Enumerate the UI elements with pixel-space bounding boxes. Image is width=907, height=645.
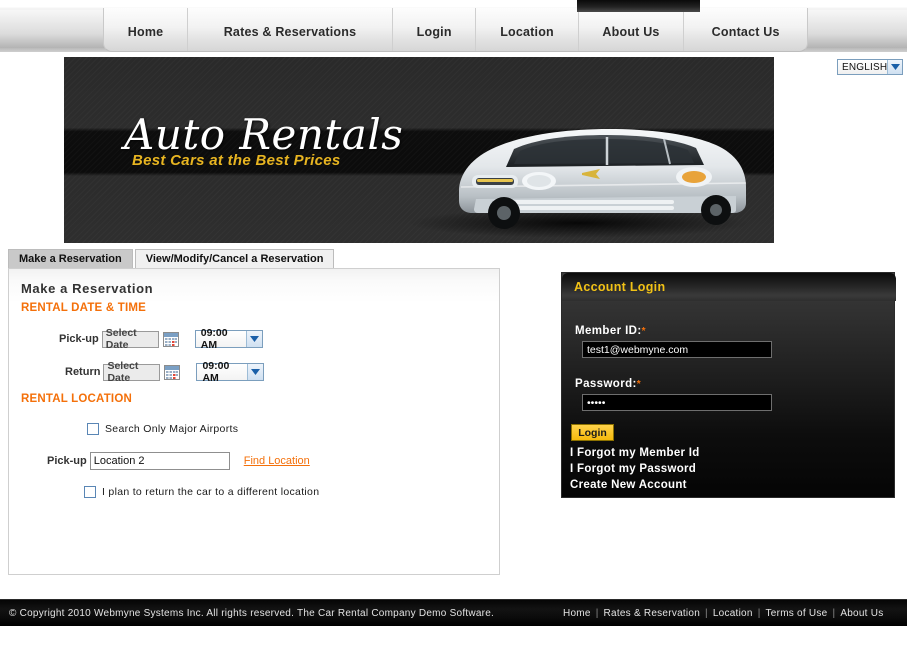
member-id-field[interactable]: test1@webmyne.com [582,341,772,358]
pickup-date-value: Select Date [105,327,137,351]
search-major-airports-checkbox[interactable] [87,423,99,435]
required-asterisk-icon: * [636,379,642,390]
account-login-header: Account Login [562,273,896,301]
page-root: Home Rates & Reservations Login Location… [0,0,907,645]
nav-item-about-us[interactable]: About Us [579,8,685,51]
password-field[interactable]: ••••• [582,394,772,411]
password-value: ••••• [587,396,606,409]
return-date-label: Return [65,366,101,378]
different-return-location-checkbox[interactable] [84,486,96,498]
reservation-panel: Make a Reservation RENTAL DATE & TIME RE… [8,268,500,575]
footer-separator: | [595,607,599,619]
member-id-label: Member ID:* [575,325,646,337]
calendar-icon[interactable] [162,331,179,347]
nav-item-login[interactable]: Login [393,8,477,51]
nav-item-label: Rates & Reservations [223,24,357,39]
tab-make-a-reservation[interactable]: Make a Reservation [8,249,133,268]
chevron-down-icon [247,364,264,380]
footer-copyright: © Copyright 2010 Webmyne Systems Inc. Al… [9,607,495,619]
footer-separator: | [757,607,761,619]
return-datetime-row: Return Select Date 09:00 AM [65,360,265,384]
nav-menu: Home Rates & Reservations Login Location… [103,8,808,52]
tab-label: View/Modify/Cancel a Reservation [145,253,324,265]
section-rental-location: RENTAL LOCATION [21,393,132,405]
footer-link-home[interactable]: Home [563,608,591,619]
different-return-location-label: I plan to return the car to a different … [102,486,320,498]
chevron-down-icon [245,331,262,347]
nav-item-rates-reservations[interactable]: Rates & Reservations [188,8,393,51]
return-time-select[interactable]: 09:00 AM [196,360,265,384]
create-new-account-link[interactable]: Create New Account [570,479,687,491]
nav-item-contact-us[interactable]: Contact Us [684,8,807,51]
required-asterisk-icon: * [641,326,646,337]
login-button[interactable]: Login [571,424,614,441]
footer-link-terms-of-use[interactable]: Terms of Use [766,608,828,619]
search-major-airports-label: Search Only Major Airports [105,423,239,435]
footer-links: Home | Rates & Reservation | Location | … [563,608,883,619]
pickup-location-label: Pick-up [47,455,87,467]
pickup-date-label: Pick-up [59,333,99,345]
pickup-time-value: 09:00 AM [200,327,228,351]
nav-item-label: Home [127,24,164,39]
account-login-panel: Account Login Member ID:* test1@webmyne.… [561,272,896,498]
language-select[interactable]: ENGLISH [837,59,903,75]
page-footer: © Copyright 2010 Webmyne Systems Inc. Al… [0,599,907,626]
pickup-location-value: Location 2 [93,455,145,467]
chevron-down-icon [887,60,902,74]
footer-link-location[interactable]: Location [713,608,753,619]
return-date-input[interactable]: Select Date [103,360,161,384]
password-label-text: Password: [575,378,637,390]
footer-bottom-strip [0,626,907,645]
nav-item-home[interactable]: Home [104,8,189,51]
forgot-member-id-link[interactable]: I Forgot my Member Id [570,447,700,459]
footer-separator: | [705,607,708,619]
pickup-date-input[interactable]: Select Date [101,327,159,351]
car-illustration [409,129,749,238]
banner-tagline: Best Cars at the Best Prices [132,152,341,169]
reservation-tabs: Make a Reservation View/Modify/Cancel a … [8,249,335,268]
pickup-location-row: Pick-up Location 2 Find Location [47,452,310,470]
member-id-value: test1@webmyne.com [587,343,689,356]
section-rental-date-time: RENTAL DATE & TIME [21,302,146,314]
nav-left-shoulder [0,10,105,48]
return-time-value: 09:00 AM [202,360,230,384]
language-select-value: ENGLISH [842,61,888,73]
nav-contact-us-highlight [577,0,700,12]
different-return-location-row: I plan to return the car to a different … [84,486,319,498]
nav-item-label: Login [416,24,452,39]
account-login-title: Account Login [574,280,666,294]
nav-item-label: Contact Us [711,24,780,39]
nav-item-label: Location [500,24,554,39]
hero-banner: Auto Rentals Best Cars at the Best Price… [64,57,774,243]
nav-item-label: About Us [602,24,660,39]
search-major-airports-row: Search Only Major Airports [87,423,238,435]
member-id-label-text: Member ID: [575,325,642,337]
footer-link-about-us[interactable]: About Us [840,608,883,619]
return-date-value: Select Date [107,360,139,384]
tab-view-modify-cancel[interactable]: View/Modify/Cancel a Reservation [134,249,335,268]
nav-item-location[interactable]: Location [476,8,579,51]
forgot-password-link[interactable]: I Forgot my Password [570,463,696,475]
tab-label: Make a Reservation [19,253,122,265]
footer-link-rates-reservation[interactable]: Rates & Reservation [604,608,700,619]
nav-right-shoulder [806,10,907,48]
footer-separator: | [832,607,836,619]
top-navigation-bar: Home Rates & Reservations Login Location… [0,0,907,52]
find-location-link[interactable]: Find Location [244,455,310,467]
pickup-location-input[interactable]: Location 2 [89,452,230,470]
password-label: Password:* [575,378,641,390]
page-title: Make a Reservation [21,281,154,296]
pickup-time-select[interactable]: 09:00 AM [194,327,263,351]
pickup-datetime-row: Pick-up Select Date 09:00 AM [59,327,263,351]
calendar-icon[interactable] [164,364,181,380]
